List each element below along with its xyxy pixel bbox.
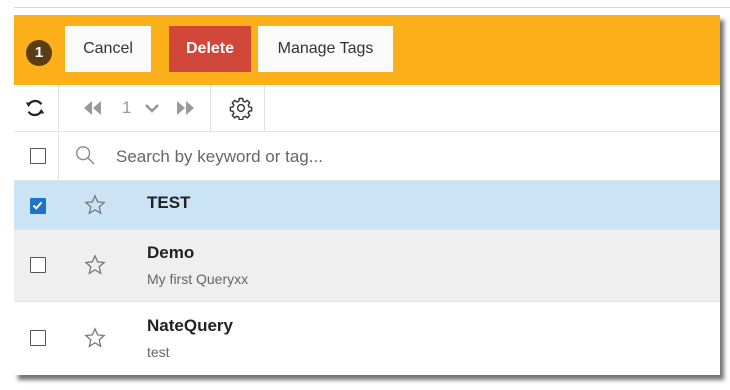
list-item[interactable]: TEST bbox=[14, 181, 720, 230]
list-item[interactable]: Demo My first Queryxx bbox=[14, 230, 720, 302]
item-title[interactable]: TEST bbox=[147, 193, 190, 213]
row-checkbox[interactable] bbox=[30, 198, 46, 214]
chevron-down-icon[interactable] bbox=[144, 101, 160, 115]
selection-toolbar: 1 Cancel Delete Manage Tags bbox=[14, 15, 720, 85]
pager-separator bbox=[264, 85, 265, 131]
search-input[interactable] bbox=[114, 140, 678, 174]
star-icon[interactable] bbox=[84, 327, 106, 349]
pager-separator bbox=[58, 85, 59, 131]
query-list-panel: 1 Cancel Delete Manage Tags 1 Search by … bbox=[14, 15, 720, 375]
page-number[interactable]: 1 bbox=[122, 98, 131, 118]
row-checkbox[interactable] bbox=[30, 257, 46, 273]
cancel-button[interactable]: Cancel bbox=[65, 26, 151, 72]
last-page-icon[interactable] bbox=[174, 99, 196, 117]
pager-separator bbox=[210, 85, 211, 131]
list-item[interactable]: NateQuery test bbox=[14, 302, 720, 375]
refresh-icon[interactable] bbox=[24, 97, 46, 119]
first-page-icon[interactable] bbox=[82, 99, 104, 117]
pager-bar: 1 bbox=[14, 85, 720, 132]
star-icon[interactable] bbox=[84, 194, 106, 216]
search-icon bbox=[76, 146, 95, 165]
item-title[interactable]: Demo bbox=[147, 243, 194, 263]
star-icon[interactable] bbox=[84, 254, 106, 276]
frame-top-line bbox=[14, 7, 730, 8]
item-subtitle: My first Queryxx bbox=[147, 271, 249, 287]
manage-tags-button[interactable]: Manage Tags bbox=[258, 26, 393, 72]
selected-count-badge: 1 bbox=[26, 40, 52, 66]
delete-button[interactable]: Delete bbox=[169, 26, 251, 72]
item-subtitle: test bbox=[147, 344, 170, 360]
search-separator bbox=[58, 132, 59, 180]
search-row bbox=[14, 132, 720, 181]
row-checkbox[interactable] bbox=[30, 330, 46, 346]
select-all-checkbox[interactable] bbox=[30, 148, 46, 164]
gear-icon[interactable] bbox=[229, 96, 253, 120]
item-title[interactable]: NateQuery bbox=[147, 316, 233, 336]
